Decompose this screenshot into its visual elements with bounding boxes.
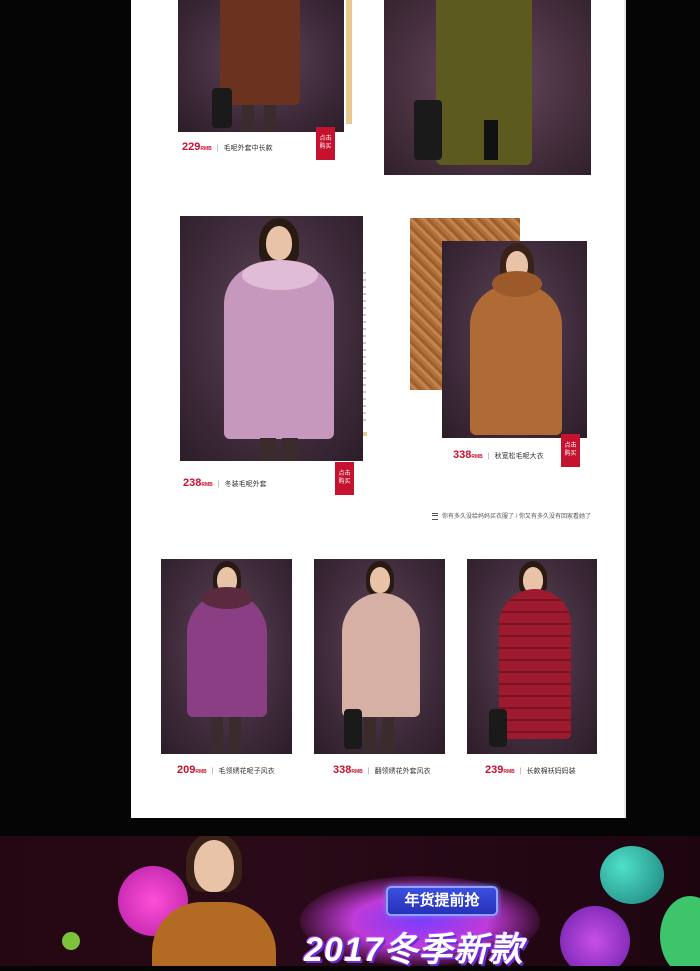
promo-note: 你有多久没给妈妈买衣服了 / 你又有多久没有回家看她了: [432, 511, 591, 520]
product-caption: 338RMB | 秋宽松毛呢大衣: [453, 449, 544, 461]
price: 238: [183, 477, 202, 489]
list-icon: [432, 512, 438, 520]
buy-now-button[interactable]: 点击 购买: [561, 434, 580, 467]
product-name: 翻领绣花外套风衣: [374, 768, 431, 775]
price: 239: [485, 764, 504, 776]
panel-edge: [624, 0, 626, 818]
product-caption: 229RMB | 毛呢外套中长款: [182, 141, 273, 153]
product-caption: 209RMB | 毛领绣花呢子风衣: [177, 764, 275, 776]
product-caption: 238RMB | 冬装毛呢外套: [183, 477, 267, 489]
product-photo-red-down-coat[interactable]: [467, 559, 597, 754]
product-photo-olive-coat[interactable]: [384, 0, 591, 175]
product-photo-purple-coat[interactable]: [161, 559, 292, 754]
product-photo-pink-coat[interactable]: [180, 216, 363, 461]
product-name: 冬装毛呢外套: [224, 481, 267, 488]
product-name: 秋宽松毛呢大衣: [494, 453, 544, 460]
banner-title: 2017冬季新款: [304, 931, 524, 969]
buy-now-button[interactable]: 点击 购买: [316, 127, 335, 160]
price: 229: [182, 141, 201, 153]
buy-now-button[interactable]: 点击 购买: [335, 462, 354, 495]
gold-frame-accent: [346, 0, 352, 124]
price: 338: [453, 449, 472, 461]
product-photo-beige-coat[interactable]: [314, 559, 445, 754]
product-caption: 338RMB | 翻领绣花外套风衣: [333, 764, 431, 776]
model-portrait: [152, 836, 276, 966]
product-caption: 239RMB | 长款棉袄妈妈装: [485, 764, 576, 776]
price: 209: [177, 764, 196, 776]
product-name: 毛呢外套中长款: [223, 145, 273, 152]
decorative-vertical-text: [363, 272, 366, 422]
product-name: 毛领绣花呢子风衣: [218, 768, 275, 775]
product-photo-brown-coat[interactable]: [178, 0, 344, 132]
product-photo-camel-coat[interactable]: [442, 241, 587, 438]
promo-tag[interactable]: 年货提前抢: [386, 886, 498, 916]
price: 338: [333, 764, 352, 776]
product-name: 长款棉袄妈妈装: [526, 768, 576, 775]
